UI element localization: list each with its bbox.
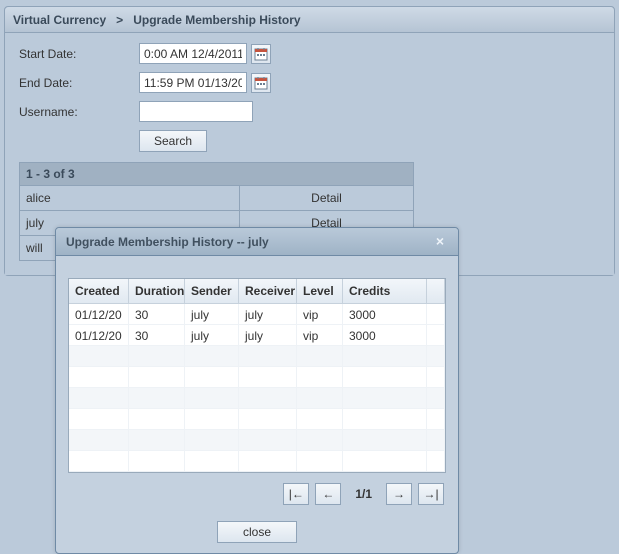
cell-created: 01/12/20 (69, 304, 129, 325)
table-row: alice Detail (20, 186, 413, 211)
grid-row: 01/12/20 30 july july vip 3000 (69, 325, 445, 346)
cell-duration: 30 (129, 325, 185, 346)
history-grid: Created Duration Sender Receiver Level C… (68, 278, 446, 473)
cell-tail (427, 304, 445, 325)
grid-header: Created Duration Sender Receiver Level C… (69, 279, 445, 304)
grid-row-empty (69, 430, 445, 451)
search-row: Search (139, 130, 600, 152)
cell-created: 01/12/20 (69, 325, 129, 346)
cell-level: vip (297, 325, 343, 346)
breadcrumb: Virtual Currency > Upgrade Membership Hi… (5, 7, 614, 33)
cell-tail (427, 325, 445, 346)
dialog-footer: close (56, 515, 458, 553)
cell-duration: 30 (129, 304, 185, 325)
cell-credits: 3000 (343, 325, 427, 346)
col-level[interactable]: Level (297, 279, 343, 304)
pager-last-button[interactable]: →| (418, 483, 444, 505)
grid-row: 01/12/20 30 july july vip 3000 (69, 304, 445, 325)
col-credits[interactable]: Credits (343, 279, 427, 304)
col-sender[interactable]: Sender (185, 279, 239, 304)
pager-next-button[interactable]: → (386, 483, 412, 505)
col-tail (427, 279, 445, 304)
col-duration[interactable]: Duration (129, 279, 185, 304)
pager-label: 1/1 (347, 487, 380, 501)
cell-credits: 3000 (343, 304, 427, 325)
close-button[interactable]: close (217, 521, 297, 543)
dialog-body: Created Duration Sender Receiver Level C… (56, 256, 458, 515)
username-input[interactable] (139, 101, 253, 122)
end-date-label: End Date: (19, 76, 139, 90)
cell-sender: july (185, 304, 239, 325)
results-summary: 1 - 3 of 3 (20, 163, 413, 186)
history-dialog: Upgrade Membership History -- july × Cre… (55, 227, 459, 554)
cell-sender: july (185, 325, 239, 346)
grid-row-empty (69, 346, 445, 367)
col-receiver[interactable]: Receiver (239, 279, 297, 304)
cell-receiver: july (239, 304, 297, 325)
grid-row-empty (69, 451, 445, 472)
grid-row-empty (69, 388, 445, 409)
username-label: Username: (19, 105, 139, 119)
cell-level: vip (297, 304, 343, 325)
username-row: Username: (19, 101, 600, 122)
col-created[interactable]: Created (69, 279, 129, 304)
pager-first-button[interactable]: |← (283, 483, 309, 505)
start-date-input[interactable] (139, 43, 247, 64)
detail-link[interactable]: Detail (240, 186, 413, 210)
pager: |← ← 1/1 → →| (68, 483, 446, 505)
start-date-label: Start Date: (19, 47, 139, 61)
breadcrumb-current: Upgrade Membership History (133, 13, 300, 27)
cell-username: alice (20, 186, 240, 210)
search-button[interactable]: Search (139, 130, 207, 152)
cell-receiver: july (239, 325, 297, 346)
start-date-row: Start Date: (19, 43, 600, 64)
close-icon[interactable]: × (432, 234, 448, 250)
calendar-icon[interactable] (251, 44, 271, 64)
pager-prev-button[interactable]: ← (315, 483, 341, 505)
end-date-input[interactable] (139, 72, 247, 93)
breadcrumb-parent: Virtual Currency (13, 13, 106, 27)
end-date-row: End Date: (19, 72, 600, 93)
dialog-header[interactable]: Upgrade Membership History -- july × (56, 228, 458, 256)
calendar-icon[interactable] (251, 73, 271, 93)
grid-row-empty (69, 409, 445, 430)
dialog-title: Upgrade Membership History -- july (66, 228, 269, 256)
breadcrumb-sep: > (116, 13, 123, 27)
grid-row-empty (69, 367, 445, 388)
